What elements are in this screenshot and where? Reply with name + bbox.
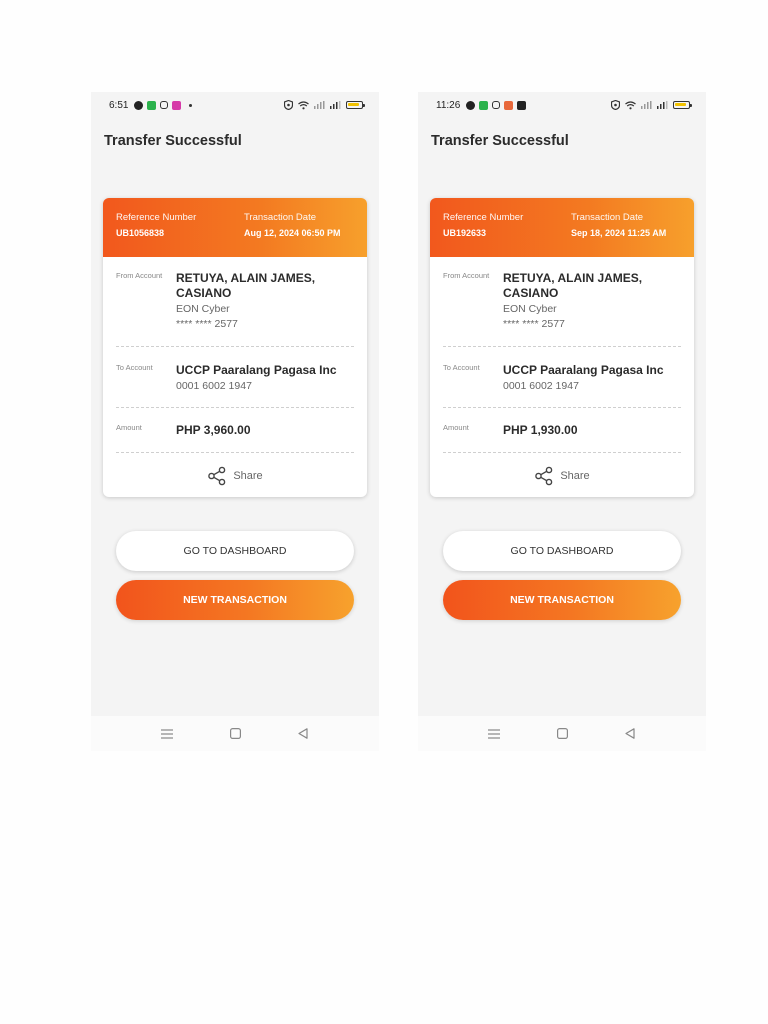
new-transaction-button[interactable]: NEW TRANSACTION (116, 580, 354, 620)
to-account-number: 0001 6002 1947 (503, 380, 579, 392)
android-nav-bar (91, 716, 379, 751)
signal-icon-1 (641, 101, 652, 109)
date-value: Sep 18, 2024 11:25 AM (571, 228, 667, 238)
transfer-receipt-card: Reference Number UB192633 Transaction Da… (430, 198, 694, 497)
messages-icon (479, 100, 489, 110)
transfer-receipt-card: Reference Number UB1056838 Transaction D… (103, 198, 367, 497)
status-time: 6:51 (109, 99, 129, 111)
to-account-name: UCCP Paaralang Pagasa Inc (176, 363, 337, 377)
signal-icon-2 (330, 101, 341, 109)
divider (443, 407, 681, 408)
divider (443, 346, 681, 347)
share-icon (208, 466, 226, 486)
amount-label: Amount (443, 423, 469, 432)
from-account-label: From Account (443, 271, 490, 280)
reference-label: Reference Number (443, 212, 524, 223)
new-transaction-button[interactable]: NEW TRANSACTION (443, 580, 681, 620)
notification-icons (134, 100, 193, 110)
shield-icon (284, 100, 293, 110)
divider (116, 452, 354, 453)
back-icon[interactable] (622, 726, 638, 742)
battery-icon (673, 101, 692, 109)
reference-value: UB1056838 (116, 228, 165, 238)
share-label: Share (233, 470, 263, 482)
messages-icon (147, 100, 157, 110)
system-icons (284, 100, 365, 110)
phone-screenshot-right: 11:26 Transfer Successful Reference Numb… (418, 92, 706, 751)
share-button[interactable]: Share (430, 466, 694, 486)
phone-screenshot-left: 6:51 Transfer Successful Reference Numbe… (91, 92, 379, 751)
messenger-icon (466, 100, 476, 110)
date-value: Aug 12, 2024 06:50 PM (244, 228, 341, 238)
to-account-label: To Account (443, 363, 480, 372)
linkedin-icon (517, 100, 527, 110)
divider (116, 407, 354, 408)
wifi-icon (625, 100, 636, 109)
signal-icon-1 (314, 101, 325, 109)
app-icon (172, 100, 182, 110)
to-account-name: UCCP Paaralang Pagasa Inc (503, 363, 664, 377)
instagram-icon (492, 101, 501, 109)
go-to-dashboard-button[interactable]: GO TO DASHBOARD (443, 531, 681, 571)
from-account-number: **** **** 2577 (503, 318, 565, 330)
instagram-icon (160, 101, 169, 109)
from-account-name: RETUYA, ALAIN JAMES, CASIANO (503, 271, 643, 300)
reference-label: Reference Number (116, 212, 197, 223)
page-title: Transfer Successful (431, 133, 569, 149)
home-icon[interactable] (554, 726, 570, 742)
menu-icon[interactable] (486, 726, 502, 742)
back-icon[interactable] (295, 726, 311, 742)
amount-label: Amount (116, 423, 142, 432)
amount-value: PHP 1,930.00 (503, 423, 578, 437)
from-account-name: RETUYA, ALAIN JAMES, CASIANO (176, 271, 316, 300)
receipt-header: Reference Number UB1056838 Transaction D… (103, 198, 367, 257)
shield-icon (611, 100, 620, 110)
divider (443, 452, 681, 453)
to-account-number: 0001 6002 1947 (176, 380, 252, 392)
reference-value: UB192633 (443, 228, 487, 238)
from-account-label: From Account (116, 271, 163, 280)
divider (116, 346, 354, 347)
amount-value: PHP 3,960.00 (176, 423, 251, 437)
android-nav-bar (418, 716, 706, 751)
system-icons (611, 100, 692, 110)
menu-icon[interactable] (159, 726, 175, 742)
signal-icon-2 (657, 101, 668, 109)
go-to-dashboard-button[interactable]: GO TO DASHBOARD (116, 531, 354, 571)
status-bar: 6:51 (91, 92, 379, 118)
from-account-bank: EON Cyber (503, 303, 557, 315)
receipt-header: Reference Number UB192633 Transaction Da… (430, 198, 694, 257)
home-icon[interactable] (227, 726, 243, 742)
date-label: Transaction Date (244, 212, 316, 223)
to-account-label: To Account (116, 363, 153, 372)
wifi-icon (298, 100, 309, 109)
notification-icons (466, 100, 527, 110)
share-button[interactable]: Share (103, 466, 367, 486)
battery-icon (346, 101, 365, 109)
share-label: Share (560, 470, 590, 482)
from-account-number: **** **** 2577 (176, 318, 238, 330)
status-bar: 11:26 (418, 92, 706, 118)
app-icon (504, 100, 514, 110)
from-account-bank: EON Cyber (176, 303, 230, 315)
more-notifications-icon (189, 103, 193, 107)
status-time: 11:26 (436, 99, 461, 111)
date-label: Transaction Date (571, 212, 643, 223)
share-icon (535, 466, 553, 486)
page-title: Transfer Successful (104, 133, 242, 149)
messenger-icon (134, 100, 144, 110)
